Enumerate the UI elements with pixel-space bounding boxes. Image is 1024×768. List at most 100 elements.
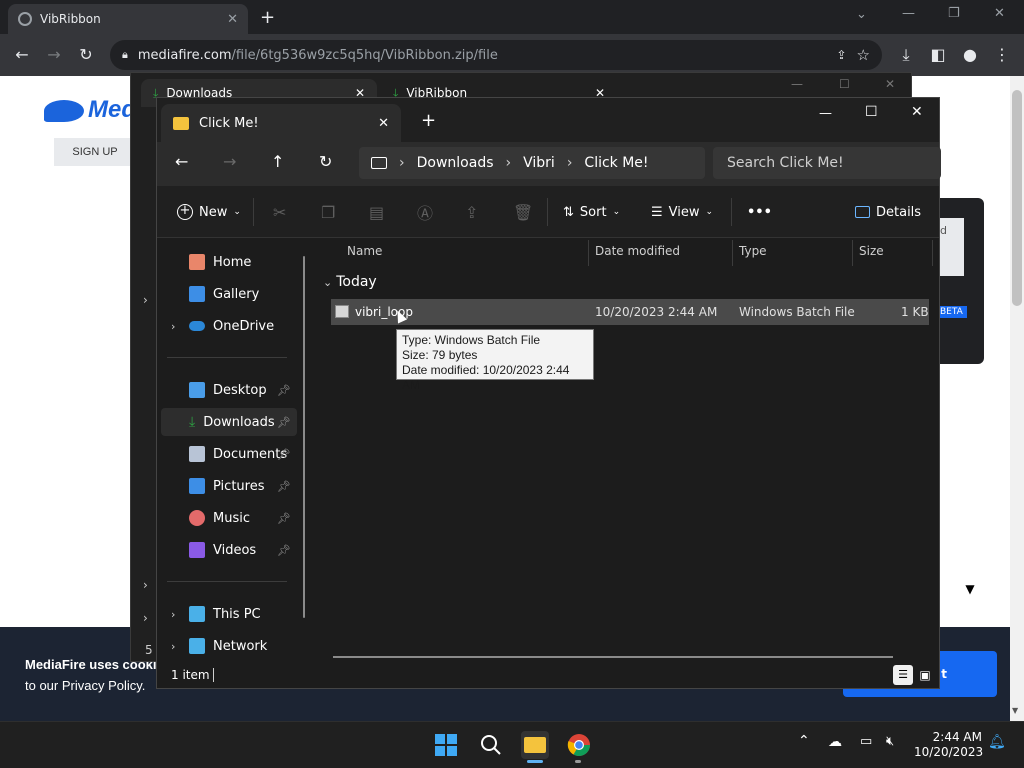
maximize-icon[interactable]: ☐	[839, 77, 850, 91]
share-icon[interactable]: ⇪	[836, 48, 846, 62]
display-icon[interactable]: ▭	[860, 734, 872, 749]
nav-music[interactable]: Music 📌︎	[161, 504, 297, 532]
bookmark-star-icon[interactable]: ☆	[857, 46, 870, 64]
minimize-icon[interactable]: —	[819, 106, 832, 121]
page-scroll-thumb[interactable]	[1012, 90, 1022, 306]
chevron-right-icon[interactable]: ›	[143, 293, 148, 307]
chevron-right-icon[interactable]: ›	[171, 640, 175, 653]
tiles-view-icon[interactable]: ▣	[915, 665, 935, 685]
nav-this-pc[interactable]: › This PC	[161, 600, 297, 628]
new-button[interactable]: + New ⌄	[177, 201, 241, 223]
column-header-size[interactable]: Size	[859, 244, 884, 258]
chrome-tab-vibribbon[interactable]: VibRibbon ✕	[8, 4, 248, 34]
menu-icon[interactable]: ⋮	[990, 45, 1014, 64]
chevron-right-icon[interactable]: ›	[171, 608, 175, 621]
column-separator[interactable]	[732, 240, 733, 266]
side-panel-icon[interactable]: ◧	[926, 45, 950, 64]
tray-clock[interactable]: 2:44 AM 10/20/2023	[914, 730, 983, 760]
file-explorer-window[interactable]: Click Me! ✕ + — ☐ ✕ ← → ↑ ↻ › Downloads …	[156, 97, 941, 689]
maximize-icon[interactable]: ☐	[865, 104, 878, 120]
column-header-name[interactable]: Name	[347, 244, 382, 258]
close-window-icon[interactable]: ✕	[911, 104, 923, 120]
search-icon[interactable]	[477, 731, 505, 759]
pin-icon[interactable]: 📌︎	[277, 544, 291, 557]
chrome-taskbar-icon[interactable]	[565, 731, 593, 759]
back-icon[interactable]: ←	[10, 45, 34, 64]
details-view-icon[interactable]: ☰	[893, 665, 913, 685]
pin-icon[interactable]: 📌︎	[277, 448, 291, 461]
nav-desktop[interactable]: Desktop 📌︎	[161, 376, 297, 404]
paste-icon[interactable]: ▤	[369, 201, 384, 223]
more-options-button[interactable]: •••	[747, 201, 772, 223]
chevron-right-icon[interactable]: ›	[171, 320, 175, 333]
restore-icon[interactable]: ❐	[948, 6, 960, 21]
breadcrumb-vibri[interactable]: Vibri	[523, 155, 555, 171]
group-header-today[interactable]: ⌄ Today	[323, 274, 377, 290]
explorer-search-input[interactable]: Search Click Me!	[713, 147, 941, 179]
new-tab-icon[interactable]: +	[260, 7, 275, 28]
onedrive-tray-icon[interactable]: ☁	[828, 734, 842, 750]
volume-muted-icon[interactable]: 🔇︎	[886, 734, 894, 749]
file-explorer-taskbar-icon[interactable]	[521, 731, 549, 759]
nav-home[interactable]: Home	[161, 248, 297, 276]
column-header-type[interactable]: Type	[739, 244, 767, 258]
tab-search-icon[interactable]: ⌄	[856, 7, 867, 22]
column-header-date[interactable]: Date modified	[595, 244, 680, 258]
nav-gallery[interactable]: Gallery	[161, 280, 297, 308]
nav-onedrive[interactable]: › OneDrive	[161, 312, 297, 340]
start-windows-icon[interactable]	[432, 731, 460, 759]
download-icon[interactable]: ⤓	[894, 45, 918, 65]
reload-icon[interactable]: ↻	[74, 45, 98, 64]
pin-icon[interactable]: 📌︎	[277, 416, 291, 429]
column-separator[interactable]	[852, 240, 853, 266]
pin-icon[interactable]: 📌︎	[277, 512, 291, 525]
rename-icon[interactable]: Ⓐ	[417, 201, 433, 223]
chevron-right-icon[interactable]: ›	[143, 611, 148, 625]
signup-button[interactable]: SIGN UP	[54, 138, 136, 166]
forward-icon[interactable]: →	[223, 152, 236, 171]
chevron-right-icon[interactable]: ›	[143, 578, 148, 592]
copy-icon[interactable]: ❐	[321, 201, 335, 223]
close-tab-icon[interactable]: ✕	[378, 116, 389, 131]
forward-icon[interactable]: →	[42, 45, 66, 64]
column-separator[interactable]	[588, 240, 589, 266]
nav-documents[interactable]: Documents 📌︎	[161, 440, 297, 468]
horizontal-scrollbar[interactable]	[333, 656, 893, 658]
close-window-icon[interactable]: ✕	[885, 77, 895, 91]
details-button[interactable]: Details	[855, 201, 921, 223]
sort-button[interactable]: ⇅ Sort ⌄	[563, 201, 620, 223]
minimize-icon[interactable]: —	[902, 6, 915, 21]
notification-bell-icon[interactable]: 🔔︎	[988, 734, 1006, 750]
nav-videos[interactable]: Videos 📌︎	[161, 536, 297, 564]
profile-icon[interactable]: ●	[958, 45, 982, 64]
delete-icon[interactable]: 🗑︎	[513, 201, 533, 223]
nav-network[interactable]: › Network	[161, 632, 297, 660]
close-tab-icon[interactable]: ✕	[227, 12, 238, 27]
up-icon[interactable]: ↑	[271, 152, 284, 171]
nav-pane-scrollbar[interactable]	[303, 256, 305, 618]
pin-icon[interactable]: 📌︎	[277, 480, 291, 493]
breadcrumb-click-me[interactable]: Click Me!	[584, 155, 648, 171]
refresh-icon[interactable]: ↻	[319, 152, 332, 171]
back-icon[interactable]: ←	[175, 152, 188, 171]
scroll-down-icon[interactable]: ▼	[1012, 706, 1018, 715]
tooltip-date: Date modified: 10/20/2023 2:44 AM	[402, 363, 570, 392]
breadcrumb-downloads[interactable]: Downloads	[417, 155, 494, 171]
explorer-address-bar[interactable]: › Downloads › Vibri › Click Me!	[359, 147, 705, 179]
cut-icon[interactable]: ✂	[273, 201, 286, 223]
column-separator[interactable]	[932, 240, 933, 266]
close-window-icon[interactable]: ✕	[994, 6, 1005, 21]
mediafire-logo[interactable]: Med	[44, 96, 136, 124]
nav-pictures[interactable]: Pictures 📌︎	[161, 472, 297, 500]
new-tab-icon[interactable]: +	[421, 110, 436, 131]
nav-downloads[interactable]: ⤓ Downloads 📌︎	[161, 408, 297, 436]
share-icon[interactable]: ⇪	[465, 201, 478, 223]
minimize-icon[interactable]: —	[791, 77, 803, 91]
view-button[interactable]: ☰ View ⌄	[651, 201, 713, 223]
address-bar[interactable]: 🔒︎ mediafire.com/file/6tg536w9zc5q5hq/Vi…	[110, 40, 882, 70]
tray-overflow-icon[interactable]: ⌃	[798, 733, 810, 749]
cookie-text-line2[interactable]: to our Privacy Policy.	[25, 675, 164, 696]
pin-icon[interactable]: 📌︎	[277, 384, 291, 397]
explorer-tab-click-me[interactable]: Click Me! ✕	[161, 104, 401, 142]
dropdown-arrow-icon[interactable]: ▼	[956, 574, 984, 604]
